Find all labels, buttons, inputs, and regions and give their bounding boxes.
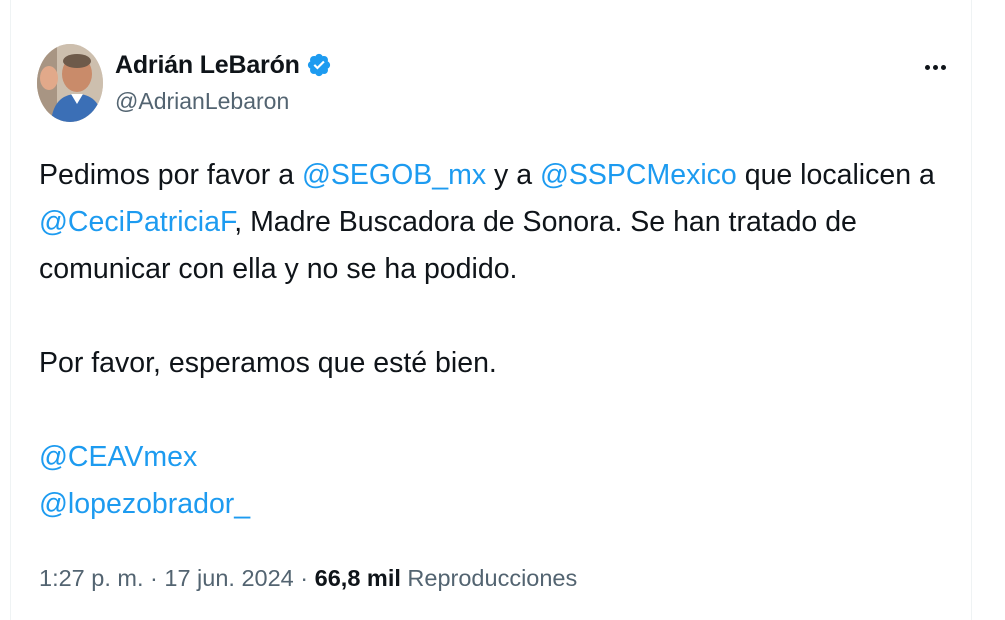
tweet-date[interactable]: 17 jun. 2024 [164,565,293,591]
verified-badge-icon[interactable] [306,52,332,78]
text-segment: que localicen a [736,159,935,191]
tweet-text: Pedimos por favor a @SEGOB_mx y a @SSPCM… [39,152,939,528]
separator: · [143,565,165,591]
tweet-card: Adrián LeBarón @AdrianLebaron Pedimos po… [10,0,972,620]
display-name-row: Adrián LeBarón [115,50,332,80]
text-segment: Pedimos por favor a [39,159,302,191]
tweet-line-ceav: @CEAVmex [39,434,939,481]
dot [924,64,930,70]
mention-ceavmex[interactable]: @CEAVmex [39,441,197,473]
mention-segob[interactable]: @SEGOB_mx [302,159,486,191]
separator: · [293,565,315,591]
author-handle[interactable]: @AdrianLebaron [115,88,332,115]
profile-photo-icon [37,44,103,122]
author-display-name[interactable]: Adrián LeBarón [115,51,300,80]
author-avatar[interactable] [37,44,103,122]
mention-lopezobrador[interactable]: @lopezobrador_ [39,488,250,520]
tweet-header: Adrián LeBarón @AdrianLebaron [37,44,967,126]
mention-sspcmexico[interactable]: @SSPCMexico [540,159,737,191]
tweet-paragraph-2: Por favor, esperamos que esté bien. [39,347,497,379]
tweet-time[interactable]: 1:27 p. m. [39,565,144,591]
tweet-line-3: comunicar con ella y no se ha podido. [39,253,518,285]
text-segment: , Madre Buscadora de Sonora. Se han trat… [234,206,857,238]
dot [932,64,938,70]
views-label: Reproducciones [400,565,578,591]
more-options-icon[interactable] [917,52,953,82]
dot [940,64,946,70]
mention-cecipatriciaf[interactable]: @CeciPatriciaF [39,206,234,238]
author-names: Adrián LeBarón @AdrianLebaron [115,50,332,115]
views-count: 66,8 mil [314,565,401,591]
tweet-line-amlo: @lopezobrador_ [39,481,939,528]
tweet-line-1: Pedimos por favor a @SEGOB_mx y a @SSPCM… [39,152,939,199]
tweet-line-2: @CeciPatriciaF, Madre Buscadora de Sonor… [39,199,939,246]
tweet-metadata: 1:27 p. m. · 17 jun. 2024 · 66,8 mil Rep… [39,565,577,592]
text-segment: y a [486,159,540,191]
